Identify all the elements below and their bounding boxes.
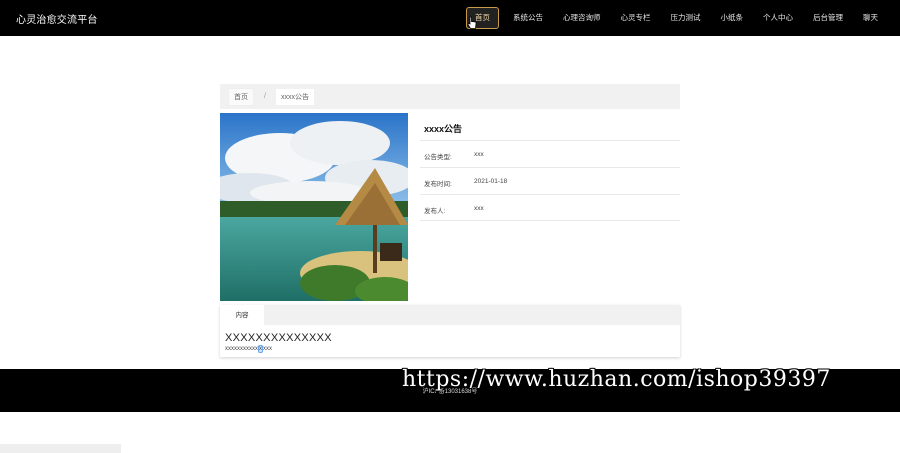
content-text-after: xxx xyxy=(263,346,272,352)
content-heading: XXXXXXXXXXXXXX xyxy=(225,332,332,344)
content-text-before: xxxxxxxxxxx xyxy=(225,346,258,352)
top-navbar: 心灵治愈交流平台 首页 系统公告 心理咨询师 心灵专栏 压力测试 小纸条 个人中… xyxy=(0,0,900,36)
nav-item-chat[interactable]: 聊天 xyxy=(853,8,888,28)
tab-bar: 内容 xyxy=(220,305,680,326)
breadcrumb-home[interactable]: 首页 xyxy=(228,87,254,106)
nav-item-column[interactable]: 心灵专栏 xyxy=(611,8,661,28)
announcement-title: xxxx公告 xyxy=(424,124,463,134)
watermark-url: https://www.huzhan.com/ishop39397 xyxy=(402,367,831,392)
status-bar xyxy=(0,444,121,453)
site-brand[interactable]: 心灵治愈交流平台 xyxy=(16,11,98,26)
field-label: 公告类型: xyxy=(424,154,452,161)
field-value: xxx xyxy=(474,151,484,158)
nav-item-admin[interactable]: 后台管理 xyxy=(803,8,853,28)
field-label: 发布时间: xyxy=(424,181,452,188)
announcement-image xyxy=(220,113,408,301)
breadcrumb-current: xxxx公告 xyxy=(275,88,314,105)
nav-item-announcements[interactable]: 系统公告 xyxy=(503,8,553,28)
breadcrumb: 首页 / xxxx公告 xyxy=(220,84,680,109)
field-row-time: 发布时间: 2021-01-18 xyxy=(420,167,680,194)
content-panel: 内容 XXXXXXXXXXXXXX xxxxxxxxxxxxxxx xyxy=(220,305,680,357)
field-label: 发布人: xyxy=(424,208,446,215)
beach-hut-picture xyxy=(220,113,408,301)
nav-item-counselors[interactable]: 心理咨询师 xyxy=(553,8,611,28)
breadcrumb-separator: / xyxy=(264,93,266,100)
field-row-type: 公告类型: xxx xyxy=(420,140,680,167)
nav-item-profile[interactable]: 个人中心 xyxy=(753,8,803,28)
tab-content[interactable]: 内容 xyxy=(220,305,264,326)
field-row-publisher: 发布人: xxx xyxy=(420,194,680,221)
hand-cursor-icon xyxy=(467,16,477,29)
field-value: 2021-01-18 xyxy=(474,178,508,185)
field-value: xxx xyxy=(474,205,484,212)
nav-item-notes[interactable]: 小纸条 xyxy=(711,8,754,28)
content-text: xxxxxxxxxxxxxxx xyxy=(225,345,272,353)
main-nav: 首页 系统公告 心理咨询师 心灵专栏 压力测试 小纸条 个人中心 后台管理 聊天 xyxy=(466,7,888,29)
nav-item-stress-test[interactable]: 压力测试 xyxy=(661,8,711,28)
